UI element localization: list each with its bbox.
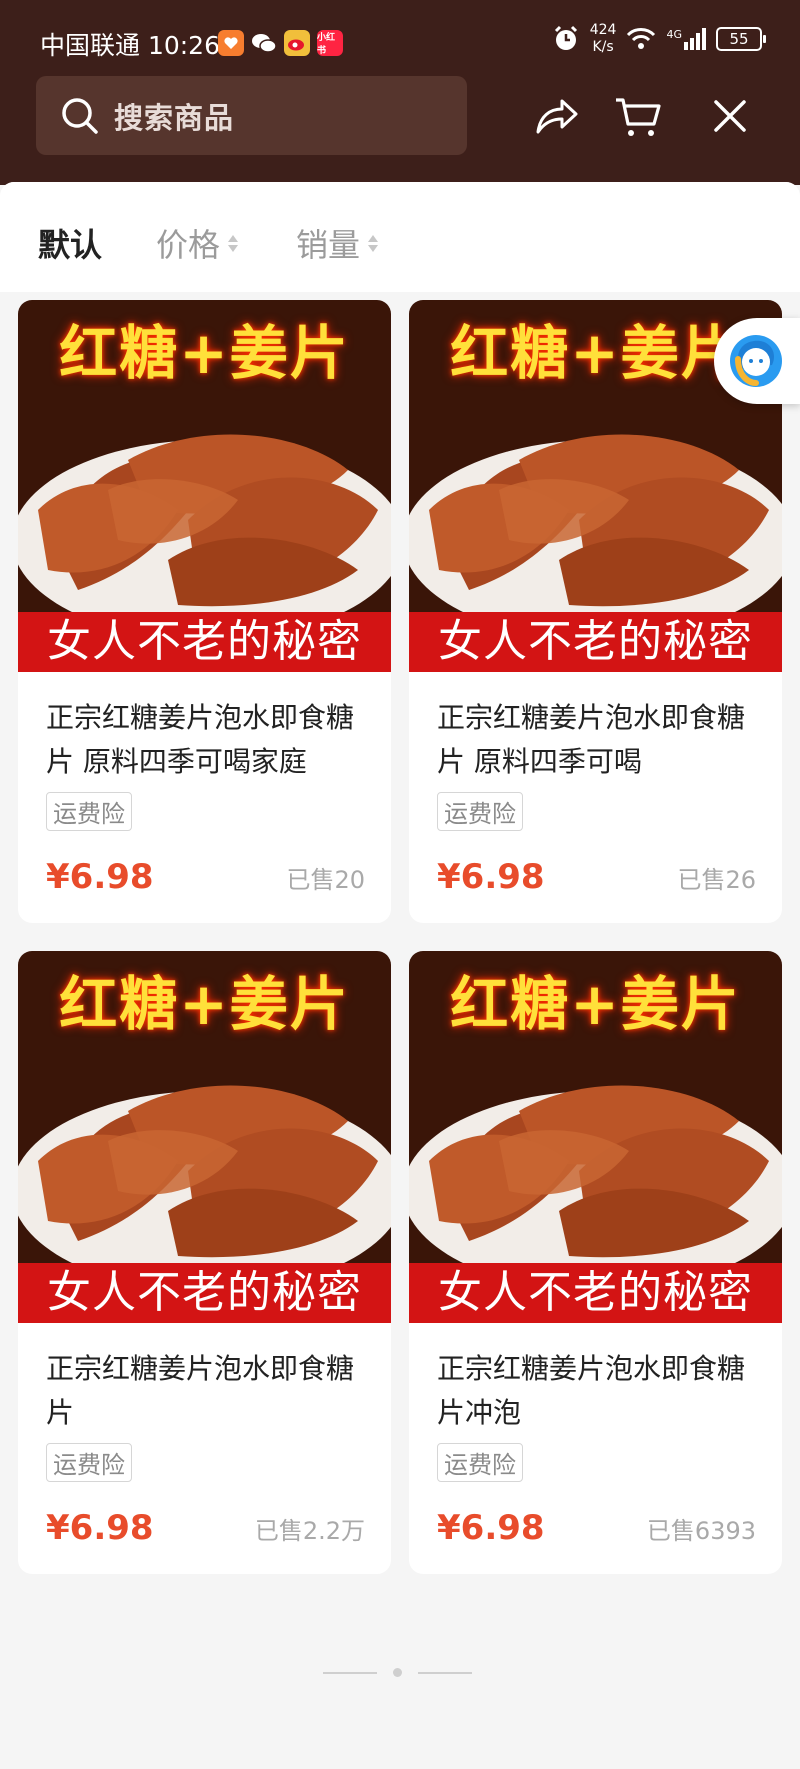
wifi-icon [627,28,656,49]
search-icon [62,97,98,134]
sold-count: 已售2.2万 [254,1516,365,1545]
shipping-insurance-badge: 运费险 [437,792,523,831]
image-banner: 女人不老的秘密 [409,612,782,672]
notification-icons: 小红书 [218,30,343,56]
taobao-icon [218,30,244,56]
product-price: ¥6.98 [437,857,545,897]
image-title: 红糖+姜片 [59,319,350,387]
sold-count: 已售26 [677,865,756,894]
wechat-icon [251,30,277,56]
image-banner: 女人不老的秘密 [409,1263,782,1323]
search-input[interactable]: 搜索商品 [36,76,467,155]
page-indicator [323,1668,472,1677]
image-banner: 女人不老的秘密 [18,1263,391,1323]
sort-arrows-icon [368,234,379,252]
close-icon[interactable] [706,92,754,140]
status-bar: 中国联通 10:26 小红书 424 K/s 4G 55 [0,0,800,80]
product-image[interactable]: 红糖+姜片 女人不老的秘密 [18,300,391,672]
cart-icon[interactable] [614,92,662,140]
sort-bar: 默认 价格 销量 [0,182,800,292]
customer-service-icon [730,335,782,387]
product-card[interactable]: 红糖+姜片 女人不老的秘密 正宗红糖姜片泡水即食糖片冲泡 运费险 ¥6.98 已… [409,951,782,1574]
top-header: 中国联通 10:26 小红书 424 K/s 4G 55 搜索商品 [0,0,800,185]
customer-service-button[interactable] [714,318,800,404]
sort-tab-sales[interactable]: 销量 [296,220,379,266]
signal-icon: 4G [666,28,706,50]
shipping-insurance-badge: 运费险 [46,792,132,831]
image-title: 红糖+姜片 [450,970,741,1038]
sort-arrows-icon [228,234,239,252]
product-price: ¥6.98 [437,1508,545,1548]
alarm-icon [554,25,577,50]
status-right: 424 K/s 4G 55 [552,22,766,56]
sort-tab-default[interactable]: 默认 [38,220,102,266]
search-placeholder: 搜索商品 [114,100,235,135]
shipping-insurance-badge: 运费险 [437,1443,523,1482]
product-card[interactable]: 红糖+姜片 女人不老的秘密 正宗红糖姜片泡水即食糖片 运费险 ¥6.98 已售2… [18,951,391,1574]
weibo-icon [284,30,310,56]
sort-tab-price[interactable]: 价格 [156,220,239,266]
carrier-time: 中国联通 10:26 [40,31,220,60]
network-speed: 424 K/s [589,22,617,55]
product-title[interactable]: 正宗红糖姜片泡水即食糖片 [46,1347,365,1435]
product-title[interactable]: 正宗红糖姜片泡水即食糖片 原料四季可喝家庭 [46,696,365,784]
product-image[interactable]: 红糖+姜片 女人不老的秘密 [18,951,391,1323]
image-title: 红糖+姜片 [59,970,350,1038]
share-icon[interactable] [532,92,580,140]
product-card[interactable]: 红糖+姜片 女人不老的秘密 正宗红糖姜片泡水即食糖片 原料四季可喝 运费险 ¥6… [409,300,782,923]
sold-count: 已售20 [286,865,365,894]
product-price: ¥6.98 [46,857,154,897]
product-price: ¥6.98 [46,1508,154,1548]
product-title[interactable]: 正宗红糖姜片泡水即食糖片 原料四季可喝 [437,696,756,784]
product-title[interactable]: 正宗红糖姜片泡水即食糖片冲泡 [437,1347,756,1435]
image-banner: 女人不老的秘密 [18,612,391,672]
product-card[interactable]: 红糖+姜片 女人不老的秘密 正宗红糖姜片泡水即食糖片 原料四季可喝家庭 运费险 … [18,300,391,923]
xiaohongshu-icon: 小红书 [317,30,343,56]
sold-count: 已售6393 [646,1516,756,1545]
battery-icon: 55 [716,27,766,51]
product-image[interactable]: 红糖+姜片 女人不老的秘密 [409,951,782,1323]
shipping-insurance-badge: 运费险 [46,1443,132,1482]
